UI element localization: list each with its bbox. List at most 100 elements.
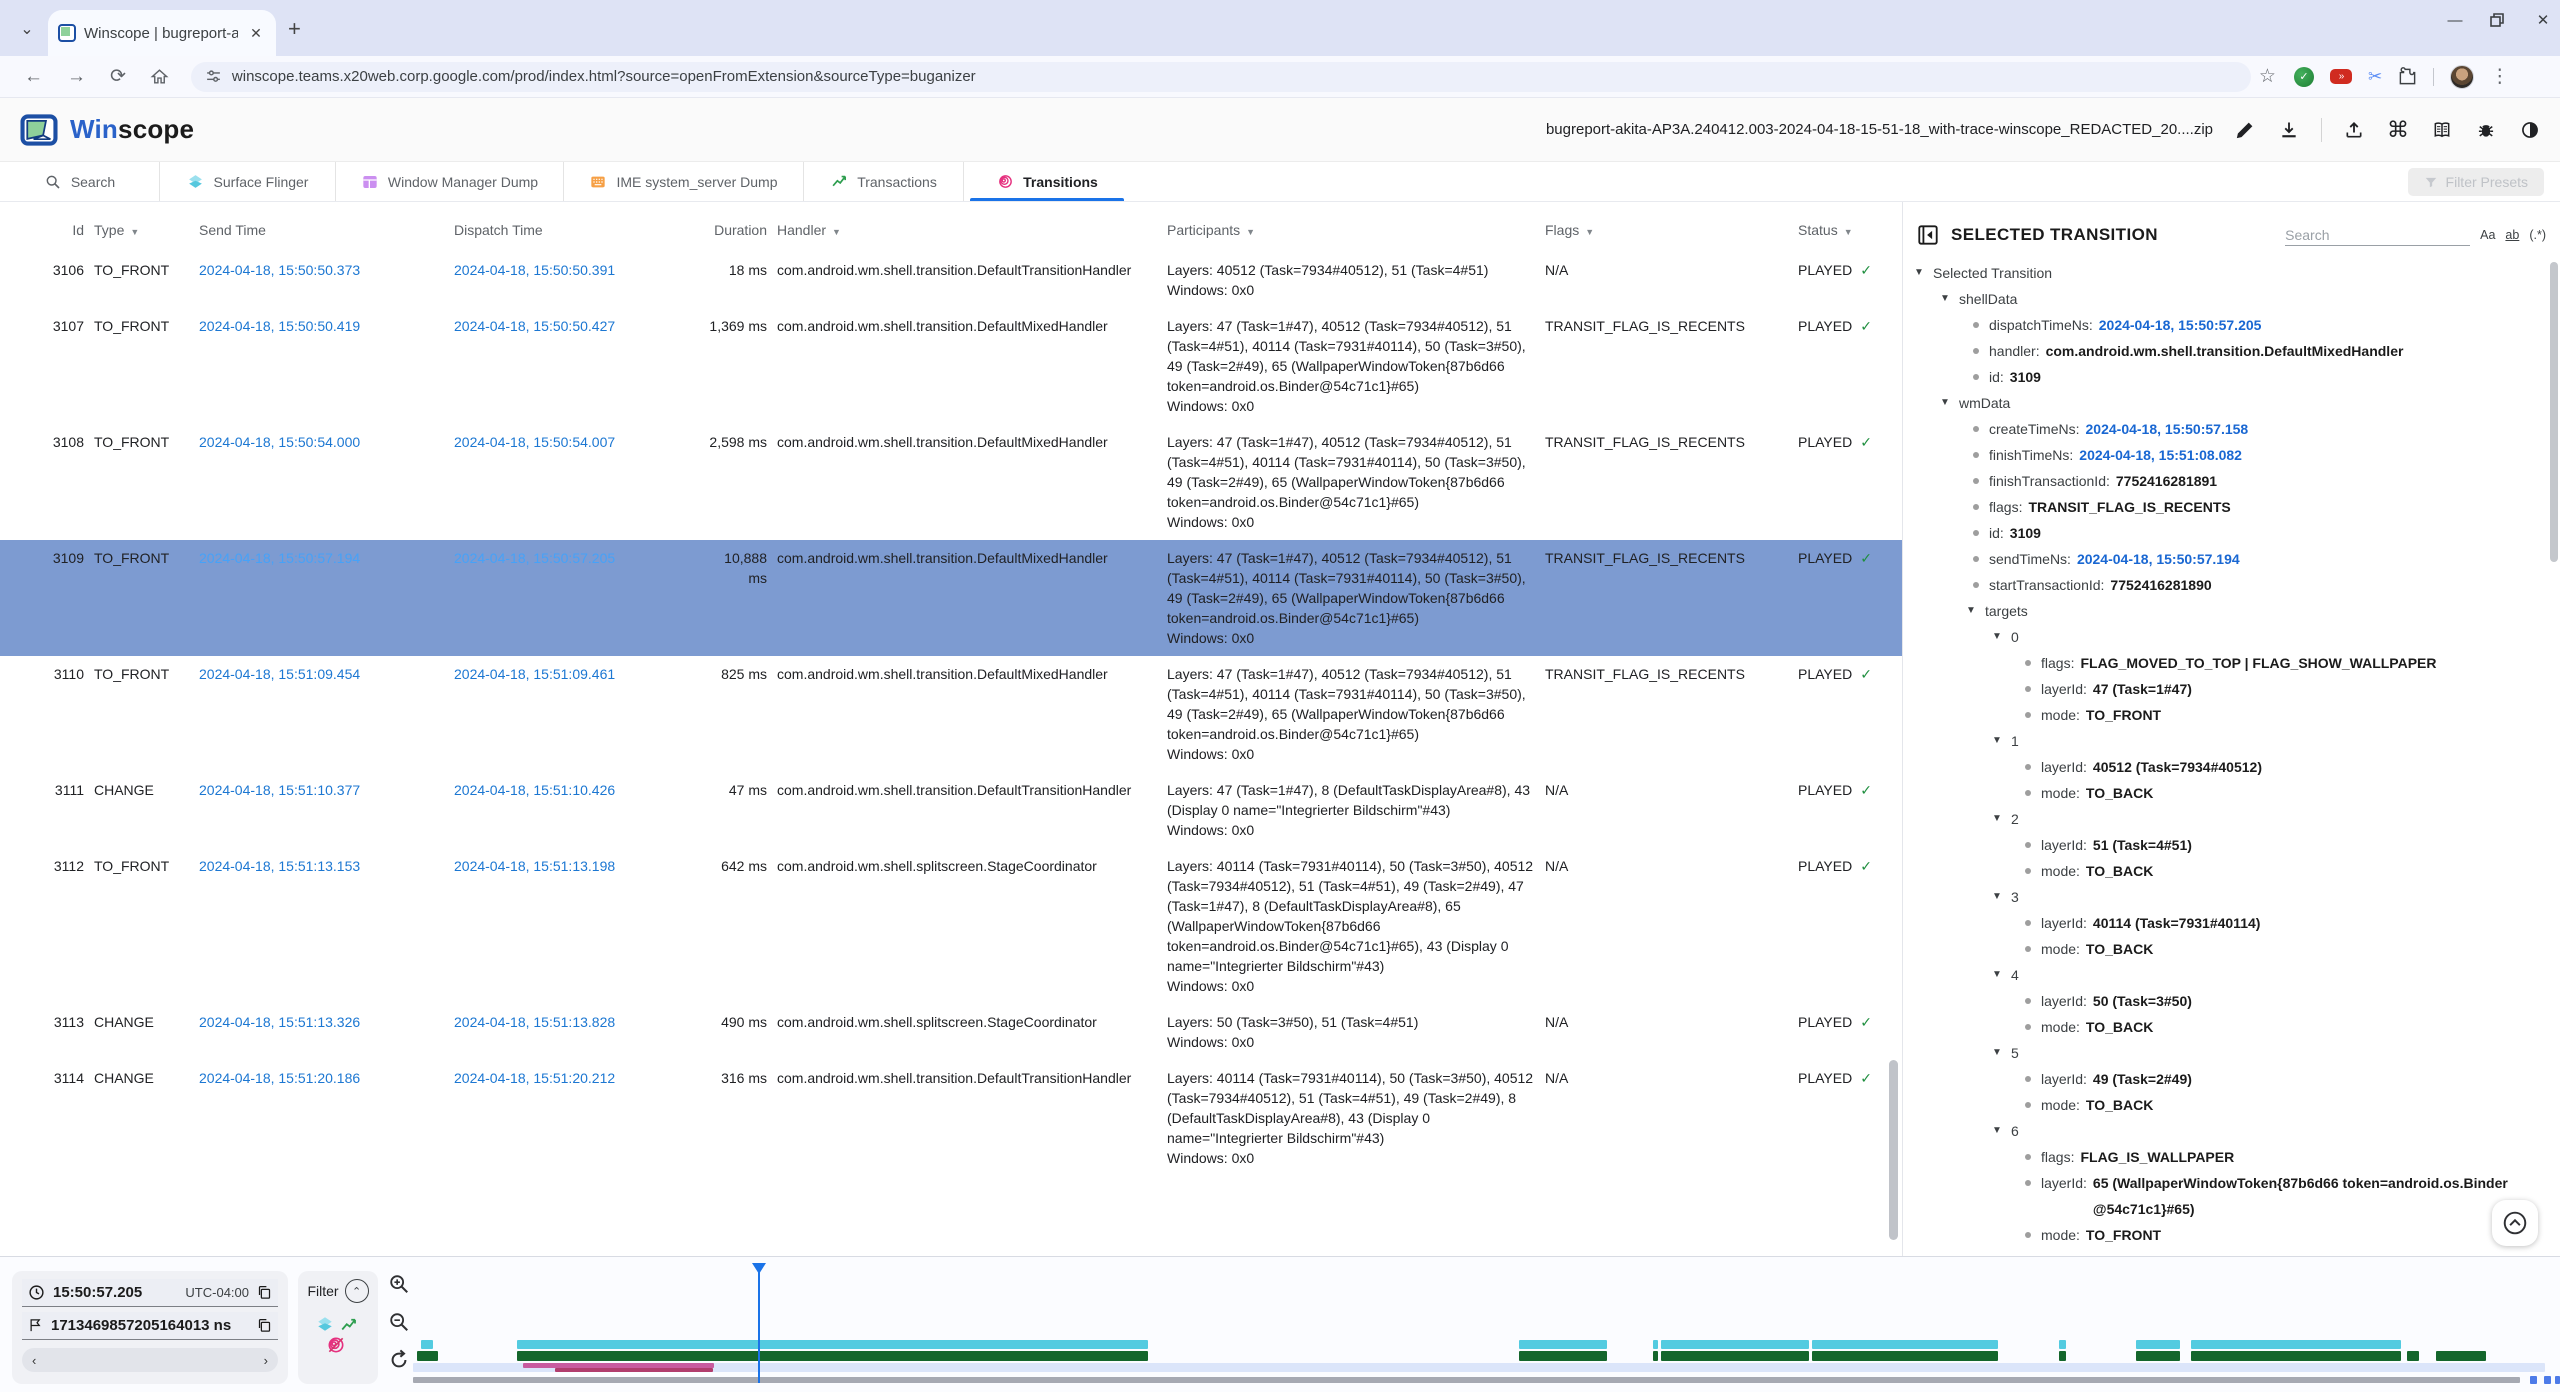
tab-window-manager-dump[interactable]: Window Manager Dump (336, 162, 564, 201)
expand-arrow-icon[interactable]: ▼ (1937, 390, 1953, 416)
tab-transitions[interactable]: Transitions (964, 162, 1130, 201)
current-time-value[interactable]: 15:50:57.205 (53, 1284, 142, 1301)
panel-dock-icon[interactable] (1917, 224, 1939, 246)
tree-node[interactable]: ▼wmData (1903, 390, 2560, 416)
cell-send-time[interactable]: 2024-04-18, 15:50:54.000 (199, 432, 444, 532)
tree-node[interactable]: ▼2 (1903, 806, 2560, 832)
table-row[interactable]: 3109TO_FRONT2024-04-18, 15:50:57.1942024… (0, 540, 1902, 656)
copy-time-icon[interactable] (257, 1285, 272, 1300)
expand-arrow-icon[interactable]: ▼ (1911, 260, 1927, 286)
panel-scrollbar[interactable] (2550, 262, 2558, 562)
tab-transactions[interactable]: Transactions (804, 162, 964, 201)
documentation-icon[interactable] (2430, 118, 2454, 142)
cell-send-time[interactable]: 2024-04-18, 15:50:50.373 (199, 260, 444, 300)
transitions-filter-icon[interactable] (326, 1335, 346, 1355)
cell-send-time[interactable]: 2024-04-18, 15:51:13.326 (199, 1012, 444, 1052)
zoom-in-icon[interactable] (388, 1273, 410, 1295)
extension-green-icon[interactable]: ✓ (2294, 67, 2314, 87)
cell-send-time[interactable]: 2024-04-18, 15:51:20.186 (199, 1068, 444, 1168)
column-header-type[interactable]: Type▼ (94, 222, 189, 238)
browser-tab[interactable]: Winscope | bugreport-ak ✕ (48, 10, 276, 56)
column-header-handler[interactable]: Handler▼ (777, 222, 1157, 238)
filter-presets-button[interactable]: Filter Presets (2408, 168, 2544, 196)
zoom-reset-icon[interactable] (388, 1349, 410, 1371)
table-row[interactable]: 3110TO_FRONT2024-04-18, 15:51:09.4542024… (0, 656, 1902, 772)
scroll-to-top-button[interactable] (2492, 1200, 2538, 1246)
match-case-toggle[interactable]: Aa (2480, 228, 2495, 242)
expand-arrow-icon[interactable]: ▼ (1989, 1040, 2005, 1066)
window-restore-button[interactable] (2490, 13, 2508, 27)
match-word-toggle[interactable]: ab (2505, 228, 2519, 242)
zoom-out-icon[interactable] (388, 1311, 410, 1333)
column-header-status[interactable]: Status▼ (1798, 222, 1886, 238)
tree-node[interactable]: ▼Selected Transition (1903, 260, 2560, 286)
window-close-button[interactable]: ✕ (2534, 11, 2552, 29)
expand-arrow-icon[interactable]: ▼ (1937, 286, 1953, 312)
column-header-id[interactable]: Id (24, 222, 84, 238)
cell-dispatch-time[interactable]: 2024-04-18, 15:50:57.205 (454, 548, 699, 648)
expand-arrow-icon[interactable]: ▼ (1989, 624, 2005, 650)
expand-arrow-icon[interactable]: ▼ (1989, 1118, 2005, 1144)
tree-node[interactable]: ▼shellData (1903, 286, 2560, 312)
tab-close-icon[interactable]: ✕ (246, 23, 266, 43)
tree-node[interactable]: ▼targets (1903, 598, 2560, 624)
tree-node[interactable]: ▼0 (1903, 624, 2560, 650)
window-minimize-button[interactable]: — (2446, 12, 2464, 29)
filter-dropdown-icon[interactable]: ▼ (1585, 227, 1594, 237)
expand-arrow-icon[interactable]: ▼ (1989, 728, 2005, 754)
column-header-send-time[interactable]: Send Time (199, 222, 444, 238)
cell-send-time[interactable]: 2024-04-18, 15:51:13.153 (199, 856, 444, 996)
tree-node[interactable]: ▼4 (1903, 962, 2560, 988)
filter-dropdown-icon[interactable]: ▼ (130, 227, 139, 237)
browser-menu-icon[interactable]: ⋮ (2490, 65, 2509, 88)
extension-red-icon[interactable]: » (2330, 69, 2352, 84)
scroll-left-icon[interactable]: ‹ (32, 1353, 36, 1368)
profile-avatar[interactable] (2450, 65, 2474, 89)
table-row[interactable]: 3112TO_FRONT2024-04-18, 15:51:13.1532024… (0, 848, 1902, 1004)
table-row[interactable]: 3107TO_FRONT2024-04-18, 15:50:50.4192024… (0, 308, 1902, 424)
cell-dispatch-time[interactable]: 2024-04-18, 15:50:50.427 (454, 316, 699, 416)
tab-ime-dump[interactable]: IME system_server Dump (564, 162, 804, 201)
cell-send-time[interactable]: 2024-04-18, 15:51:10.377 (199, 780, 444, 840)
nanoseconds-value[interactable]: 1713469857205164013 ns (51, 1317, 231, 1334)
scissors-extension-icon[interactable]: ✂ (2368, 67, 2382, 87)
table-row[interactable]: 3106TO_FRONT2024-04-18, 15:50:50.3732024… (0, 252, 1902, 308)
cell-send-time[interactable]: 2024-04-18, 15:50:50.419 (199, 316, 444, 416)
tab-search-chevron-icon[interactable]: ⌄ (10, 12, 44, 46)
new-tab-button[interactable]: + (288, 16, 301, 42)
surface-flinger-filter-icon[interactable] (316, 1315, 334, 1333)
transactions-filter-icon[interactable] (340, 1316, 358, 1334)
cell-dispatch-time[interactable]: 2024-04-18, 15:51:10.426 (454, 780, 699, 840)
expand-arrow-icon[interactable]: ▼ (1963, 598, 1979, 624)
table-row[interactable]: 3108TO_FRONT2024-04-18, 15:50:54.0002024… (0, 424, 1902, 540)
cell-dispatch-time[interactable]: 2024-04-18, 15:50:50.391 (454, 260, 699, 300)
column-header-duration[interactable]: Duration (709, 222, 767, 238)
filter-dropdown-icon[interactable]: ▼ (1844, 227, 1853, 237)
column-header-dispatch-time[interactable]: Dispatch Time (454, 222, 699, 238)
regex-toggle[interactable]: (.*) (2529, 228, 2546, 242)
expand-arrow-icon[interactable]: ▼ (1989, 806, 2005, 832)
upload-icon[interactable] (2342, 118, 2366, 142)
timeline-cursor-line[interactable] (758, 1271, 760, 1383)
current-time-field[interactable]: 15:50:57.205 UTC-04:00 (22, 1279, 278, 1307)
report-bug-icon[interactable] (2474, 118, 2498, 142)
edit-file-icon[interactable] (2233, 118, 2257, 142)
collapse-filter-icon[interactable]: ⌃ (345, 1279, 369, 1303)
dark-mode-icon[interactable] (2518, 118, 2542, 142)
reload-icon[interactable]: ⟳ (110, 65, 126, 88)
table-scrollbar[interactable] (1889, 1060, 1898, 1240)
cell-dispatch-time[interactable]: 2024-04-18, 15:50:54.007 (454, 432, 699, 532)
cell-dispatch-time[interactable]: 2024-04-18, 15:51:20.212 (454, 1068, 699, 1168)
cell-send-time[interactable]: 2024-04-18, 15:50:57.194 (199, 548, 444, 648)
cell-send-time[interactable]: 2024-04-18, 15:51:09.454 (199, 664, 444, 764)
table-row[interactable]: 3114CHANGE2024-04-18, 15:51:20.1862024-0… (0, 1060, 1902, 1176)
table-row[interactable]: 3113CHANGE2024-04-18, 15:51:13.3262024-0… (0, 1004, 1902, 1060)
url-text[interactable]: winscope.teams.x20web.corp.google.com/pr… (232, 68, 976, 85)
extensions-puzzle-icon[interactable] (2398, 67, 2417, 86)
table-row[interactable]: 3111CHANGE2024-04-18, 15:51:10.3772024-0… (0, 772, 1902, 848)
forward-icon[interactable]: → (67, 66, 86, 88)
column-header-flags[interactable]: Flags▼ (1545, 222, 1788, 238)
tree-node[interactable]: ▼1 (1903, 728, 2560, 754)
panel-search-input[interactable]: Search (2285, 225, 2470, 246)
cell-dispatch-time[interactable]: 2024-04-18, 15:51:13.828 (454, 1012, 699, 1052)
